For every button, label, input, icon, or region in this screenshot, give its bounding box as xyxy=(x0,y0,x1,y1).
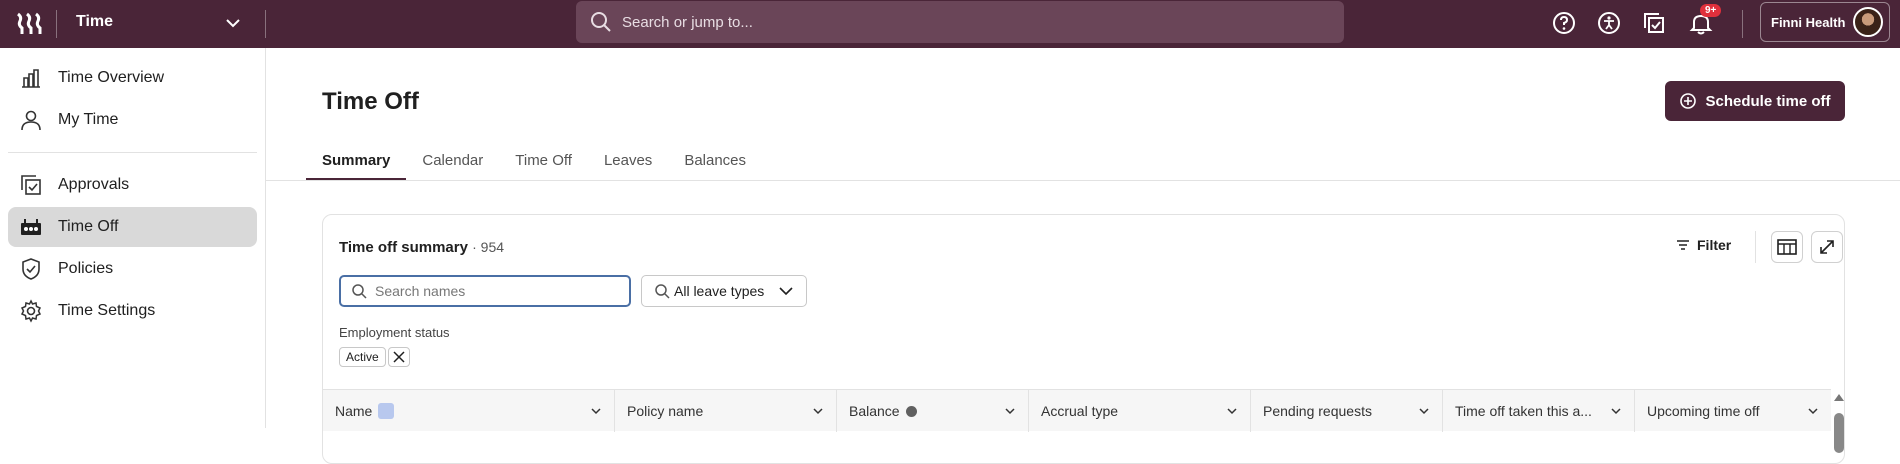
chevron-down-icon[interactable] xyxy=(590,405,602,417)
chevron-down-icon[interactable] xyxy=(1807,405,1819,417)
info-icon[interactable] xyxy=(905,405,917,417)
column-header-upcoming-time-off[interactable]: Upcoming time off xyxy=(1635,390,1831,432)
column-label: Name xyxy=(335,403,373,419)
shield-check-icon xyxy=(18,256,44,282)
column-header-name[interactable]: Name xyxy=(323,390,615,432)
name-search-input[interactable] xyxy=(375,283,615,299)
leave-type-value: All leave types xyxy=(674,283,765,299)
search-icon xyxy=(591,12,611,32)
filter-label: Filter xyxy=(1697,237,1732,253)
column-header-accrual-type[interactable]: Accrual type xyxy=(1029,390,1251,432)
search-icon xyxy=(352,284,367,299)
employment-status-label: Employment status xyxy=(339,325,450,340)
column-header-balance[interactable]: Balance xyxy=(837,390,1029,432)
status-chip[interactable]: Active xyxy=(339,347,386,367)
account-name: Finni Health xyxy=(1771,14,1846,30)
person-icon xyxy=(18,107,44,133)
tab-calendar[interactable]: Calendar xyxy=(422,148,483,180)
scroll-up-arrow-icon[interactable] xyxy=(1833,391,1845,403)
sidebar-item-label: My Time xyxy=(58,111,119,128)
scrollbar-thumb[interactable] xyxy=(1834,413,1844,453)
expand-button[interactable] xyxy=(1811,231,1843,263)
column-label: Policy name xyxy=(627,403,704,419)
notification-badge: 9+ xyxy=(1700,4,1722,17)
column-label: Accrual type xyxy=(1041,403,1119,419)
sidebar-item-policies[interactable]: Policies xyxy=(8,249,257,289)
help-icon[interactable] xyxy=(1551,10,1577,36)
account-menu[interactable]: Finni Health xyxy=(1760,2,1890,42)
name-search[interactable] xyxy=(339,275,631,307)
sidebar-item-label: Approvals xyxy=(58,176,130,193)
chevron-down-icon xyxy=(779,287,793,296)
avatar xyxy=(1853,7,1883,37)
search-icon xyxy=(655,284,670,299)
app-name[interactable]: Time xyxy=(76,13,113,31)
chevron-down-icon[interactable] xyxy=(1418,405,1430,417)
global-search[interactable] xyxy=(576,1,1344,43)
tab-summary[interactable]: Summary xyxy=(306,148,407,180)
sidebar-item-label: Policies xyxy=(58,260,114,277)
divider xyxy=(1755,231,1756,263)
close-icon xyxy=(393,351,405,363)
gear-icon xyxy=(18,298,44,324)
columns-icon xyxy=(1777,239,1797,255)
remove-filter-button[interactable] xyxy=(388,347,410,367)
card-title-text: Time off summary xyxy=(339,239,468,256)
plus-circle-icon xyxy=(1680,93,1697,109)
column-header-time-off-taken[interactable]: Time off taken this a... xyxy=(1443,390,1635,432)
page-title: Time Off xyxy=(322,88,419,115)
schedule-time-off-label: Schedule time off xyxy=(1705,92,1831,110)
column-label: Balance xyxy=(849,403,900,419)
expand-icon xyxy=(1820,240,1834,254)
chevron-down-icon[interactable] xyxy=(1004,405,1016,417)
sort-icon[interactable] xyxy=(378,403,395,419)
chevron-down-icon[interactable] xyxy=(1610,405,1622,417)
record-count: · 954 xyxy=(472,239,505,255)
schedule-time-off-button[interactable]: Schedule time off xyxy=(1665,81,1845,121)
tab-divider xyxy=(266,180,1900,181)
sidebar-item-time-off[interactable]: Time Off xyxy=(8,207,257,247)
time-off-icon xyxy=(18,214,44,240)
tab-balances[interactable]: Balances xyxy=(684,148,746,180)
approvals-icon[interactable] xyxy=(1641,10,1667,36)
column-label: Upcoming time off xyxy=(1647,403,1760,419)
sidebar-divider xyxy=(8,152,257,153)
column-header-pending-requests[interactable]: Pending requests xyxy=(1251,390,1443,432)
time-off-summary-card: Time off summary · 954 Filter All leave … xyxy=(322,214,1845,464)
column-label: Time off taken this a... xyxy=(1455,403,1592,419)
top-bar: Time 9+ Finni Health xyxy=(0,0,1900,48)
sidebar-item-label: Time Settings xyxy=(58,302,156,319)
sidebar: Time Overview My Time Approvals Time Off… xyxy=(0,48,266,428)
column-label: Pending requests xyxy=(1263,403,1372,419)
chevron-down-icon[interactable] xyxy=(1226,405,1238,417)
sidebar-item-my-time[interactable]: My Time xyxy=(8,100,257,140)
accessibility-icon[interactable] xyxy=(1596,10,1622,36)
sidebar-item-label: Time Overview xyxy=(58,69,165,86)
divider xyxy=(1742,10,1743,38)
approvals-icon xyxy=(18,172,44,198)
tab-bar: Summary Calendar Time Off Leaves Balance… xyxy=(306,148,778,180)
table-header: Name Policy name Balance Accrual type Pe… xyxy=(323,389,1831,432)
tab-time-off[interactable]: Time Off xyxy=(515,148,572,180)
chevron-down-icon[interactable] xyxy=(812,405,824,417)
divider xyxy=(56,10,57,38)
bar-chart-icon xyxy=(18,65,44,91)
card-title: Time off summary · 954 xyxy=(339,239,504,256)
columns-button[interactable] xyxy=(1771,231,1803,263)
sidebar-item-time-settings[interactable]: Time Settings xyxy=(8,291,257,331)
sidebar-item-label: Time Off xyxy=(58,218,119,235)
rippling-logo-icon[interactable] xyxy=(16,11,44,37)
divider xyxy=(265,10,266,38)
leave-type-select[interactable]: All leave types xyxy=(641,275,807,307)
chevron-down-icon[interactable] xyxy=(224,14,242,32)
sidebar-item-approvals[interactable]: Approvals xyxy=(8,165,257,205)
filter-icon xyxy=(1677,240,1689,250)
column-header-policy-name[interactable]: Policy name xyxy=(615,390,837,432)
filter-button[interactable]: Filter xyxy=(1675,237,1731,253)
tab-leaves[interactable]: Leaves xyxy=(604,148,652,180)
sidebar-item-time-overview[interactable]: Time Overview xyxy=(8,58,257,98)
global-search-input[interactable] xyxy=(622,13,1222,31)
